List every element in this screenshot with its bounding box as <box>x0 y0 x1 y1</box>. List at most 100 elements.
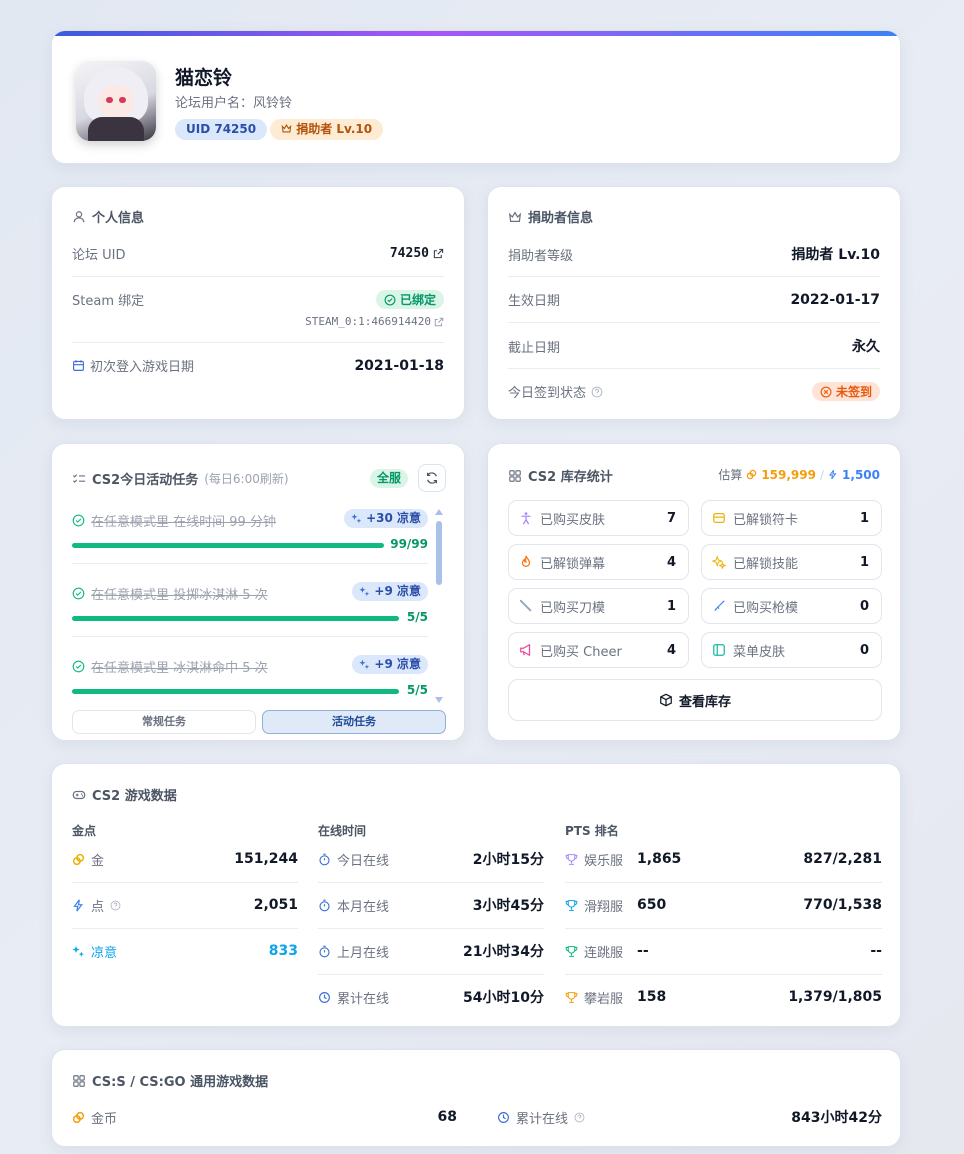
external-link-icon <box>434 317 444 326</box>
box-icon <box>660 693 672 707</box>
help-icon <box>574 1112 585 1122</box>
forum-username: 论坛用户名：风铃铃 <box>175 96 293 111</box>
checkin-status-badge[interactable]: 未签到 <box>811 382 880 401</box>
card-icon <box>713 513 725 523</box>
estimate-value: 估算 159,999 / 1,500 <box>718 467 880 483</box>
inventory-item-barrage[interactable]: 已解锁弹幕 4 <box>508 544 689 580</box>
megaphone-icon <box>520 643 531 657</box>
flame-icon <box>521 555 531 567</box>
refresh-button[interactable] <box>418 464 446 492</box>
profile-name: 猫恋铃 <box>175 67 233 89</box>
cs2-game-data-card: CS2 游戏数据 金点 在线时间 PTS 排名 金 151,244 点 2,051… <box>51 763 901 1027</box>
tab-normal-tasks[interactable]: 常规任务 <box>72 710 256 734</box>
personal-info-card: 个人信息 论坛 UID 74250 Steam 绑定 已绑定 STEAM_0:1… <box>51 186 465 420</box>
scrollbar-thumb[interactable] <box>436 521 442 585</box>
external-link-icon <box>433 248 444 259</box>
steam-id-link[interactable]: STEAM_0:1:466914420 <box>305 315 444 328</box>
pts-climb-row: 攀岩服 158 1,379/1,805 <box>565 974 882 1020</box>
task-progress-bar <box>72 689 399 694</box>
check-circle-icon <box>72 587 85 600</box>
gamepad-icon <box>72 790 86 799</box>
online-month-row: 本月在线 3小时45分 <box>318 882 544 928</box>
task-scrollbar[interactable] <box>435 509 443 703</box>
inventory-item-skills[interactable]: 已解锁技能 1 <box>701 544 882 580</box>
inventory-item-cards[interactable]: 已解锁符卡 1 <box>701 500 882 536</box>
checkin-row: 今日签到状态 未签到 <box>508 382 880 401</box>
tasks-title: CS2今日活动任务 (每日6:00刷新) <box>72 469 289 488</box>
person-icon <box>521 512 531 525</box>
crown-icon <box>508 210 522 222</box>
online-last-month-row: 上月在线 21小时34分 <box>318 928 544 974</box>
steam-bind-row: Steam 绑定 已绑定 <box>72 290 444 309</box>
donor-level-row: 捐助者等级 捐助者 Lv.10 <box>508 247 880 264</box>
donor-badge: 捐助者 Lv.10 <box>270 119 384 140</box>
coolness-row: 凉意 833 <box>72 928 298 974</box>
csgo-data-title: CS:S / CS:GO 通用游戏数据 <box>72 1071 268 1090</box>
donor-info-title: 捐助者信息 <box>508 207 593 226</box>
gun-icon <box>714 600 725 611</box>
csgo-coin-row: 金币 68 <box>72 1094 457 1140</box>
task-progress-bar <box>72 616 399 621</box>
personal-info-title: 个人信息 <box>72 207 144 226</box>
uid-badge: UID 74250 <box>175 119 268 140</box>
sparkle-icon <box>359 586 370 597</box>
task-progress-bar <box>72 543 384 548</box>
tab-event-tasks[interactable]: 活动任务 <box>262 710 446 734</box>
steam-bound-badge: 已绑定 <box>375 290 444 309</box>
sparkles-icon <box>712 555 726 569</box>
list-check-icon <box>72 473 86 483</box>
knife-icon <box>519 599 532 612</box>
inventory-item-cheer[interactable]: 已购买 Cheer 4 <box>508 632 689 668</box>
refresh-icon <box>427 472 437 484</box>
calendar-icon <box>73 360 84 371</box>
trophy-icon <box>565 991 578 1003</box>
forum-uid-link[interactable]: 74250 <box>390 246 444 261</box>
pts-fun-row: 娱乐服 1,865 827/2,281 <box>565 836 882 882</box>
profile-accent-bar <box>52 31 900 36</box>
trophy-icon <box>565 853 578 865</box>
stopwatch-icon <box>319 899 330 911</box>
donor-info-card: 捐助者信息 捐助者等级 捐助者 Lv.10 生效日期 2022-01-17 截止日期… <box>487 186 901 420</box>
server-filter-badge[interactable]: 全服 <box>370 469 409 488</box>
help-icon <box>591 386 603 397</box>
clock-icon <box>319 991 330 1003</box>
lightning-icon <box>73 898 83 912</box>
inventory-item-guns[interactable]: 已购买枪模 0 <box>701 588 882 624</box>
point-row: 点 2,051 <box>72 882 298 928</box>
clock-icon <box>498 1111 509 1123</box>
pts-surf-row: 滑翔服 650 770/1,538 <box>565 882 882 928</box>
csgo-online-row: 累计在线 843小时42分 <box>497 1094 882 1140</box>
forum-uid-row: 论坛 UID 74250 <box>72 244 444 263</box>
trophy-icon <box>565 899 578 911</box>
online-today-row: 今日在线 2小时15分 <box>318 836 544 882</box>
daily-tasks-card: CS2今日活动任务 (每日6:00刷新) 全服 在任意模式里 在线时间 99 分… <box>51 443 465 741</box>
trophy-icon <box>565 945 578 957</box>
inventory-item-skins[interactable]: 已购买皮肤 7 <box>508 500 689 536</box>
coin-link-icon <box>747 469 757 480</box>
inventory-item-knives[interactable]: 已购买刀模 1 <box>508 588 689 624</box>
grid-icon <box>509 469 521 482</box>
sparkle-icon <box>351 513 362 524</box>
start-date-row: 生效日期 2022-01-17 <box>508 291 880 310</box>
help-icon <box>110 900 121 910</box>
coin-icon <box>72 853 85 865</box>
css-csgo-data-card: CS:S / CS:GO 通用游戏数据 金币 68 累计在线 843小时42分 <box>51 1049 901 1147</box>
check-circle-icon <box>384 294 396 305</box>
crown-icon <box>281 123 292 133</box>
user-icon <box>73 210 85 222</box>
end-date-row: 截止日期 永久 <box>508 339 880 356</box>
game-data-title: CS2 游戏数据 <box>72 785 177 804</box>
x-circle-icon <box>820 386 832 397</box>
sparkle-icon <box>359 659 370 670</box>
view-inventory-button[interactable]: 查看库存 <box>508 679 882 721</box>
grid-icon <box>73 1074 85 1087</box>
avatar <box>76 61 156 141</box>
stopwatch-icon <box>319 853 330 865</box>
stopwatch-icon <box>319 945 330 957</box>
inventory-title: CS2 库存统计 <box>508 466 613 485</box>
online-total-row: 累计在线 54小时10分 <box>318 974 544 1020</box>
pts-bhop-row: 连跳服 -- -- <box>565 928 882 974</box>
first-login-row: 初次登入游戏日期 2021-01-18 <box>72 356 444 375</box>
inventory-item-menu-skins[interactable]: 菜单皮肤 0 <box>701 632 882 668</box>
panel-icon <box>713 644 725 656</box>
